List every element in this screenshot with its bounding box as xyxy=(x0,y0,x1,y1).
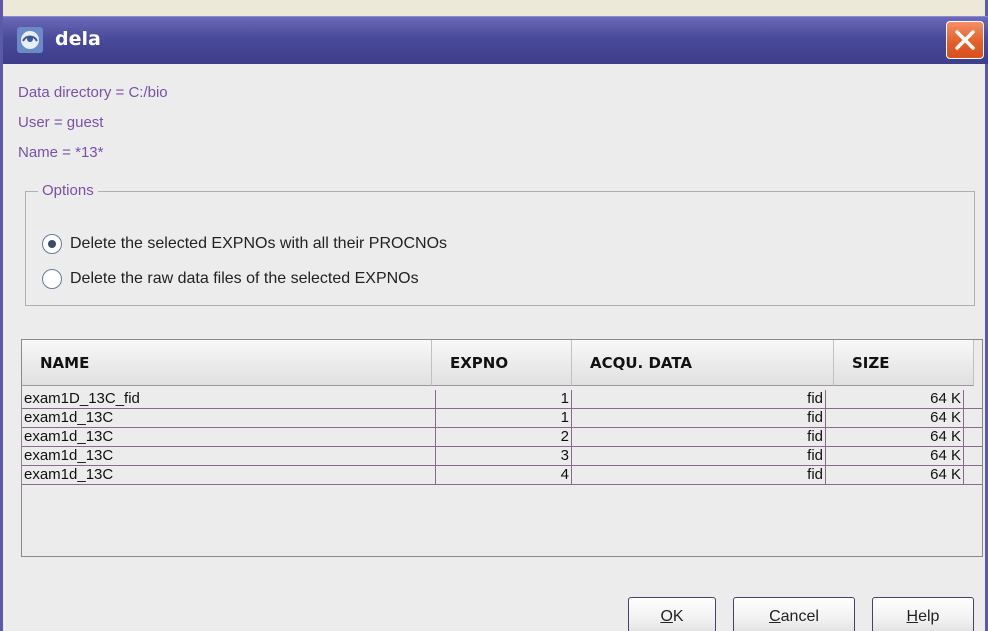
radio-button-unchecked[interactable] xyxy=(42,269,62,289)
name-filter-label: Name = *13* xyxy=(18,144,104,161)
table-body: exam1D_13C_fid 1 fid 64 K exam1d_13C 1 f… xyxy=(22,390,982,485)
cell-acqu-data: fid xyxy=(572,409,826,427)
options-group: Options Delete the selected EXPNOs with … xyxy=(25,182,975,306)
cell-expno: 3 xyxy=(436,447,572,465)
cell-expno: 4 xyxy=(436,466,572,484)
table-row[interactable]: exam1d_13C 1 fid 64 K xyxy=(22,409,982,428)
ok-button[interactable]: OK xyxy=(628,597,716,631)
data-directory-label: Data directory = C:/bio xyxy=(18,84,168,101)
column-header-size[interactable]: SIZE xyxy=(834,340,974,386)
app-logo-icon xyxy=(17,27,43,53)
cell-expno: 1 xyxy=(436,409,572,427)
table-row[interactable]: exam1d_13C 2 fid 64 K xyxy=(22,428,982,447)
cell-size: 64 K xyxy=(826,390,964,408)
cell-name: exam1D_13C_fid xyxy=(22,390,436,408)
radio-button-checked[interactable] xyxy=(42,234,62,254)
cancel-button[interactable]: Cancel xyxy=(733,597,855,631)
table-row[interactable]: exam1D_13C_fid 1 fid 64 K xyxy=(22,390,982,409)
column-header-expno[interactable]: EXPNO xyxy=(432,340,572,386)
mnemonic: C xyxy=(769,608,781,625)
cell-acqu-data: fid xyxy=(572,428,826,446)
cell-name: exam1d_13C xyxy=(22,447,436,465)
cell-size: 64 K xyxy=(826,447,964,465)
cell-size: 64 K xyxy=(826,409,964,427)
button-label-rest: elp xyxy=(918,608,940,625)
mnemonic: O xyxy=(660,608,673,625)
cell-expno: 2 xyxy=(436,428,572,446)
dialog-body: Data directory = C:/bio User = guest Nam… xyxy=(3,64,985,631)
column-header-name[interactable]: NAME xyxy=(22,340,432,386)
column-header-acqu-data[interactable]: ACQU. DATA xyxy=(572,340,834,386)
cell-name: exam1d_13C xyxy=(22,409,436,427)
radio-delete-with-procnos[interactable]: Delete the selected EXPNOs with all thei… xyxy=(42,232,447,256)
radio-label: Delete the selected EXPNOs with all thei… xyxy=(70,235,448,252)
cell-acqu-data: fid xyxy=(572,447,826,465)
options-legend: Options xyxy=(38,182,98,199)
table-row[interactable]: exam1d_13C 4 fid 64 K xyxy=(22,466,982,485)
close-button[interactable] xyxy=(946,21,984,59)
user-label: User = guest xyxy=(18,114,104,131)
button-label-rest: ancel xyxy=(780,608,819,625)
cell-acqu-data: fid xyxy=(572,390,826,408)
radio-label: Delete the raw data files of the selecte… xyxy=(70,270,419,287)
title-bar[interactable]: dela xyxy=(3,16,988,64)
cell-name: exam1d_13C xyxy=(22,466,436,484)
button-label-rest: K xyxy=(672,608,684,625)
mnemonic: H xyxy=(906,608,919,625)
table-row[interactable]: exam1d_13C 3 fid 64 K xyxy=(22,447,982,466)
table-header: NAME EXPNO ACQU. DATA SIZE xyxy=(22,340,982,386)
radio-delete-raw-data[interactable]: Delete the raw data files of the selecte… xyxy=(42,267,419,291)
cell-name: exam1d_13C xyxy=(22,428,436,446)
expno-table: NAME EXPNO ACQU. DATA SIZE exam1D_13C_fi… xyxy=(21,339,983,557)
cell-size: 64 K xyxy=(826,428,964,446)
cell-acqu-data: fid xyxy=(572,466,826,484)
dialog-window: dela Data directory = C:/bio User = gues… xyxy=(0,0,988,631)
help-button[interactable]: Help xyxy=(872,597,974,631)
cell-size: 64 K xyxy=(826,466,964,484)
cell-expno: 1 xyxy=(436,390,572,408)
window-title: dela xyxy=(55,28,101,50)
close-icon xyxy=(955,30,975,50)
